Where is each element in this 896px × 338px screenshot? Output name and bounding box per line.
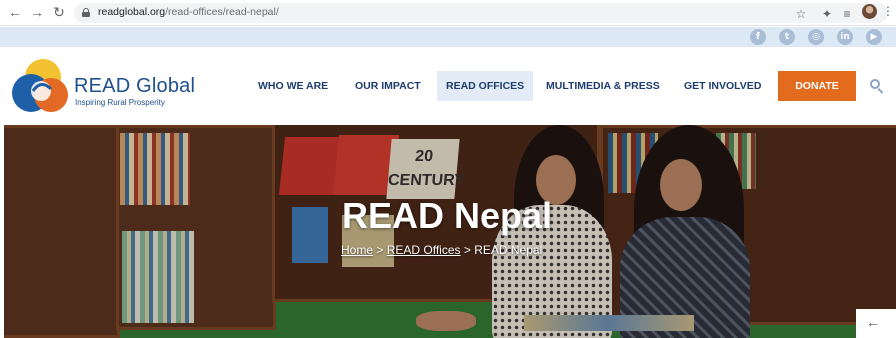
- nav-multimedia-press[interactable]: MULTIMEDIA & PRESS: [546, 71, 660, 101]
- linkedin-icon[interactable]: in: [837, 29, 853, 45]
- scroll-arrow-button[interactable]: ←: [856, 309, 896, 338]
- breadcrumb: Home > READ Offices > READ Nepal: [341, 243, 542, 257]
- breadcrumb-offices-link[interactable]: READ Offices: [387, 243, 461, 257]
- breadcrumb-separator: >: [460, 243, 475, 257]
- arrow-left-icon[interactable]: ←: [6, 3, 24, 21]
- url-domain: readglobal.org: [98, 6, 166, 18]
- kebab-menu-icon[interactable]: ⋮: [882, 4, 894, 18]
- logo-tagline: Inspiring Rural Prosperity: [75, 98, 165, 107]
- breadcrumb-separator: >: [373, 243, 387, 257]
- read-global-logo-icon[interactable]: [11, 57, 71, 115]
- twitter-icon[interactable]: t: [779, 29, 795, 45]
- puzzle-icon[interactable]: ✦: [820, 7, 834, 21]
- instagram-icon[interactable]: ◎: [808, 29, 824, 45]
- reload-icon[interactable]: ↻: [50, 3, 68, 21]
- logo-name[interactable]: READ Global: [74, 75, 195, 98]
- url-text[interactable]: readglobal.org/read-offices/read-nepal/: [98, 6, 279, 18]
- address-bar[interactable]: readglobal.org/read-offices/read-nepal/ …: [74, 3, 888, 23]
- nav-get-involved[interactable]: GET INVOLVED: [684, 71, 761, 101]
- nav-our-impact[interactable]: OUR IMPACT: [355, 71, 421, 101]
- star-icon[interactable]: ☆: [794, 7, 808, 21]
- arrow-left-icon: ←: [866, 314, 880, 330]
- page-title: READ Nepal: [341, 195, 553, 236]
- social-bar: f t ◎ in ▶: [0, 27, 896, 47]
- hero-banner: 20 CENTURY READ Nepal Home > READ Office…: [4, 125, 896, 338]
- media-queue-icon[interactable]: ≡: [840, 7, 854, 21]
- browser-toolbar: ← → ↻ readglobal.org/read-offices/read-n…: [0, 0, 896, 26]
- nav-who-we-are[interactable]: WHO WE ARE: [258, 71, 328, 101]
- breadcrumb-current: READ Nepal: [474, 243, 543, 257]
- donate-button[interactable]: DONATE: [778, 71, 856, 101]
- avatar[interactable]: [862, 4, 877, 19]
- nav-read-offices[interactable]: READ OFFICES: [437, 71, 534, 101]
- site-header: READ Global Inspiring Rural Prosperity W…: [0, 47, 896, 125]
- lock-icon[interactable]: [82, 8, 90, 17]
- youtube-icon[interactable]: ▶: [866, 29, 882, 45]
- search-icon[interactable]: [870, 79, 884, 94]
- url-path: /read-offices/read-nepal/: [165, 6, 279, 18]
- arrow-right-icon[interactable]: →: [28, 3, 46, 21]
- facebook-icon[interactable]: f: [750, 29, 766, 45]
- breadcrumb-home-link[interactable]: Home: [341, 243, 373, 257]
